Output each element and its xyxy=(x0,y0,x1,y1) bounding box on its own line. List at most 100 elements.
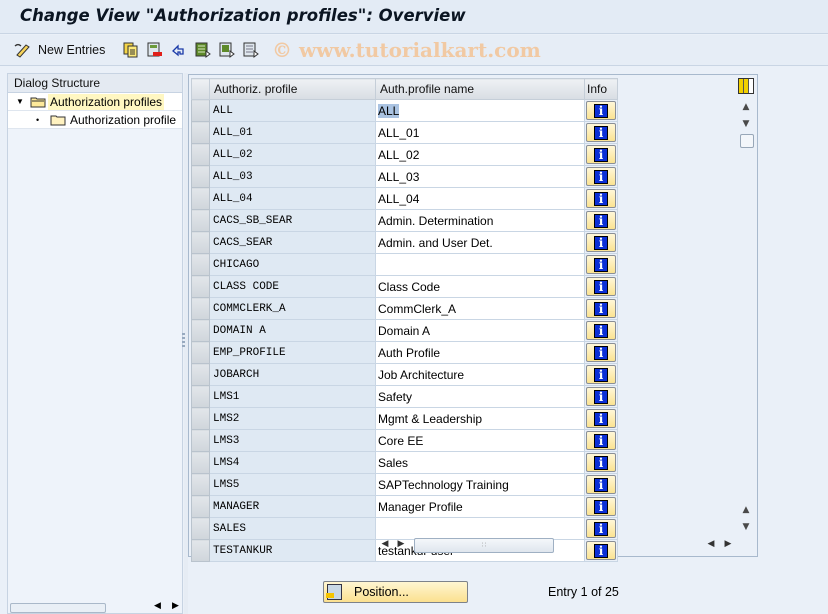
info-button[interactable]: i xyxy=(586,123,616,142)
profile-name-cell[interactable]: SAPTechnology Training xyxy=(375,473,585,496)
profile-name-cell[interactable]: ALL_01 xyxy=(375,121,585,144)
position-button[interactable]: Position... xyxy=(323,581,468,603)
info-button[interactable]: i xyxy=(586,409,616,428)
row-selector[interactable] xyxy=(191,121,210,144)
profile-name-cell[interactable]: ALL xyxy=(375,99,585,122)
scroll-left-end-icon[interactable]: ◀ xyxy=(705,538,717,550)
profile-cell[interactable]: LMS4 xyxy=(209,451,376,474)
scroll-up-icon[interactable]: ▲ xyxy=(738,99,754,115)
profile-cell[interactable]: EMP_PROFILE xyxy=(209,341,376,364)
expand-triangle-icon[interactable]: ▼ xyxy=(16,97,30,106)
profile-cell[interactable]: CHICAGO xyxy=(209,253,376,276)
info-button[interactable]: i xyxy=(586,387,616,406)
new-entries-button[interactable]: New Entries xyxy=(38,43,105,57)
profile-name-cell[interactable]: ALL_03 xyxy=(375,165,585,188)
info-button[interactable]: i xyxy=(586,431,616,450)
row-selector[interactable] xyxy=(191,165,210,188)
profile-name-cell[interactable]: Auth Profile xyxy=(375,341,585,364)
profile-name-cell[interactable]: Class Code xyxy=(375,275,585,298)
profile-name-cell[interactable]: Admin. Determination xyxy=(375,209,585,232)
info-button[interactable]: i xyxy=(586,343,616,362)
profile-cell[interactable]: CLASS CODE xyxy=(209,275,376,298)
row-selector[interactable] xyxy=(191,495,210,518)
row-selector[interactable] xyxy=(191,363,210,386)
table-settings-icon[interactable] xyxy=(738,78,754,94)
profile-name-cell[interactable]: ALL_04 xyxy=(375,187,585,210)
scroll-left-icon[interactable]: ◀ xyxy=(154,601,161,611)
profile-name-cell[interactable]: Job Architecture xyxy=(375,363,585,386)
profile-name-cell[interactable]: Sales xyxy=(375,451,585,474)
profile-cell[interactable]: ALL_01 xyxy=(209,121,376,144)
scroll-down-icon[interactable]: ▼ xyxy=(738,116,754,132)
profile-cell[interactable]: TESTANKUR xyxy=(209,539,376,562)
scroll-right-icon[interactable]: ▶ xyxy=(172,601,179,611)
copy-as-button[interactable] xyxy=(123,41,139,59)
undo-change-button[interactable] xyxy=(171,41,187,59)
profile-cell[interactable]: ALL xyxy=(209,99,376,122)
tree-item-authorization-profiles[interactable]: ▼ Authorization profiles xyxy=(8,93,182,111)
splitter-grip-icon[interactable] xyxy=(182,333,186,353)
row-selector[interactable] xyxy=(191,297,210,320)
profile-name-cell[interactable]: ALL_02 xyxy=(375,143,585,166)
row-selector[interactable] xyxy=(191,209,210,232)
profile-cell[interactable]: LMS2 xyxy=(209,407,376,430)
column-header-info[interactable]: Info xyxy=(584,78,618,100)
row-selector[interactable] xyxy=(191,275,210,298)
info-button[interactable]: i xyxy=(586,233,616,252)
row-selector[interactable] xyxy=(191,539,210,562)
profile-cell[interactable]: MANAGER xyxy=(209,495,376,518)
profile-cell[interactable]: DOMAIN A xyxy=(209,319,376,342)
row-selector[interactable] xyxy=(191,231,210,254)
row-selector[interactable] xyxy=(191,143,210,166)
profile-name-cell[interactable]: Mgmt & Leadership xyxy=(375,407,585,430)
delete-button[interactable] xyxy=(147,41,163,59)
left-panel-horizontal-scrollbar[interactable]: ◀ ▶ xyxy=(8,601,182,613)
select-all-button[interactable] xyxy=(195,41,211,59)
row-selector[interactable] xyxy=(191,99,210,122)
info-button[interactable]: i xyxy=(586,255,616,274)
info-button[interactable]: i xyxy=(586,101,616,120)
row-selector[interactable] xyxy=(191,429,210,452)
row-selector[interactable] xyxy=(191,385,210,408)
info-button[interactable]: i xyxy=(586,475,616,494)
profile-cell[interactable]: SALES xyxy=(209,517,376,540)
column-header-profile[interactable]: Authoriz. profile xyxy=(209,78,376,100)
row-selector[interactable] xyxy=(191,341,210,364)
row-selector[interactable] xyxy=(191,473,210,496)
info-button[interactable]: i xyxy=(586,453,616,472)
profile-name-cell[interactable]: CommClerk_A xyxy=(375,297,585,320)
tree-item-authorization-profile[interactable]: • Authorization profile xyxy=(8,111,182,129)
scroll-down-bottom-icon[interactable]: ▼ xyxy=(738,519,754,535)
row-selector[interactable] xyxy=(191,253,210,276)
profile-cell[interactable]: LMS3 xyxy=(209,429,376,452)
row-selector[interactable] xyxy=(191,187,210,210)
profile-cell[interactable]: LMS5 xyxy=(209,473,376,496)
scroll-left-icon[interactable]: ◀ xyxy=(379,538,391,550)
profile-cell[interactable]: CACS_SB_SEAR xyxy=(209,209,376,232)
column-header-name[interactable]: Auth.profile name xyxy=(375,78,585,100)
info-button[interactable]: i xyxy=(586,365,616,384)
profile-cell[interactable]: JOBARCH xyxy=(209,363,376,386)
row-selector[interactable] xyxy=(191,319,210,342)
info-button[interactable]: i xyxy=(586,189,616,208)
profile-cell[interactable]: ALL_03 xyxy=(209,165,376,188)
info-button[interactable]: i xyxy=(586,321,616,340)
info-button[interactable]: i xyxy=(586,211,616,230)
select-block-button[interactable] xyxy=(219,41,235,59)
profile-cell[interactable]: ALL_04 xyxy=(209,187,376,210)
profile-name-cell[interactable] xyxy=(375,253,585,276)
scroll-thumb[interactable] xyxy=(10,603,106,613)
row-selector[interactable] xyxy=(191,451,210,474)
scroll-right-icon[interactable]: ▶ xyxy=(395,538,407,550)
scroll-right-end-icon[interactable]: ▶ xyxy=(722,538,734,550)
profile-name-cell[interactable]: Manager Profile xyxy=(375,495,585,518)
info-button[interactable]: i xyxy=(586,277,616,296)
profile-name-cell[interactable]: Core EE xyxy=(375,429,585,452)
info-button[interactable]: i xyxy=(586,145,616,164)
profile-cell[interactable]: CACS_SEAR xyxy=(209,231,376,254)
profile-cell[interactable]: ALL_02 xyxy=(209,143,376,166)
info-button[interactable]: i xyxy=(586,497,616,516)
info-button[interactable]: i xyxy=(586,167,616,186)
scroll-up-bottom-icon[interactable]: ▲ xyxy=(738,502,754,518)
horizontal-scroll-thumb[interactable]: ∷ xyxy=(414,538,554,553)
